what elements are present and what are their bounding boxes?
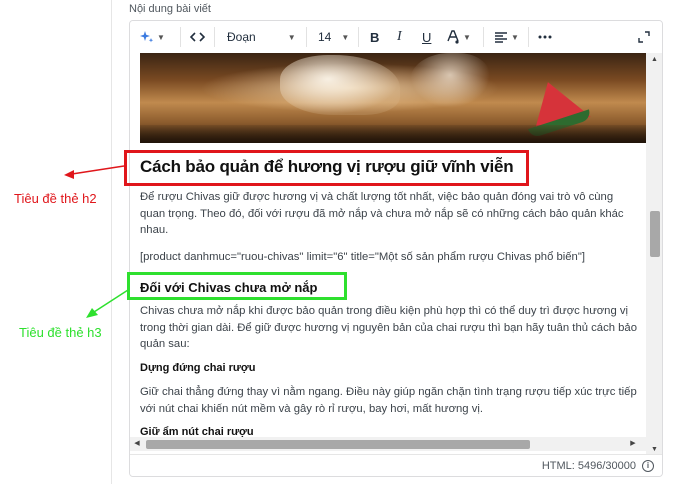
italic-button[interactable]: I: [397, 27, 402, 47]
ai-assistant-button[interactable]: ▼: [140, 27, 165, 47]
rich-text-editor[interactable]: ▼ Đoạn ▼ 14 ▼ B I U ▼ ▼ Cách bảo quản để…: [129, 20, 663, 477]
toolbar-divider: [483, 27, 484, 47]
chevron-down-icon: ▼: [511, 32, 519, 42]
fullscreen-button[interactable]: [638, 27, 650, 47]
align-icon: [494, 31, 508, 43]
source-code-button[interactable]: [190, 27, 205, 47]
toolbar-divider: [358, 27, 359, 47]
h2-highlight-box: [124, 150, 529, 186]
text-color-button[interactable]: ▼: [446, 27, 471, 47]
toolbar-divider: [180, 27, 181, 47]
vertical-scroll-thumb[interactable]: [650, 211, 660, 257]
article-paragraph[interactable]: Giữ chai thẳng đứng thay vì nằm ngang. Đ…: [140, 384, 640, 417]
text-color-icon: [446, 30, 460, 44]
html-character-count: HTML: 5496/30000: [541, 460, 636, 472]
h3-highlight-box: [127, 272, 347, 300]
scroll-left-arrow-icon[interactable]: ◀: [130, 437, 144, 451]
toolbar-divider: [528, 27, 529, 47]
scroll-up-arrow-icon[interactable]: ▲: [646, 53, 662, 67]
source-code-icon: [190, 31, 205, 43]
h2-annotation-label: Tiêu đề thẻ h2: [14, 191, 97, 206]
bold-button[interactable]: B: [370, 27, 379, 47]
editor-content[interactable]: Cách bảo quản để hương vị rượu giữ vĩnh …: [130, 53, 646, 457]
scroll-right-arrow-icon[interactable]: ▶: [626, 437, 640, 451]
fullscreen-icon: [638, 31, 650, 43]
horizontal-scroll-thumb[interactable]: [146, 440, 530, 449]
h2-arrow: [71, 165, 125, 175]
h2-arrowhead-icon: [64, 170, 74, 179]
horizontal-scrollbar[interactable]: ◀ ▶: [130, 437, 646, 451]
left-divider: [111, 0, 112, 484]
article-paragraph[interactable]: Chivas chưa mở nắp khi được bảo quản tro…: [140, 303, 640, 353]
more-button[interactable]: [538, 27, 552, 47]
h3-annotation-label: Tiêu đề thẻ h3: [19, 325, 102, 340]
product-shortcode[interactable]: [product danhmuc="ruou-chivas" limit="6"…: [140, 249, 640, 266]
editor-statusbar: HTML: 5496/30000 i: [130, 454, 662, 476]
h3-arrowhead-icon: [86, 308, 98, 318]
font-size-select[interactable]: 14 ▼: [318, 27, 349, 47]
ai-assistant-icon: [140, 30, 154, 44]
chevron-down-icon: ▼: [463, 32, 471, 42]
chevron-down-icon: ▼: [287, 32, 296, 42]
toolbar-divider: [214, 27, 215, 47]
vertical-scrollbar[interactable]: ▲ ▼: [646, 53, 662, 457]
toolbar-divider: [306, 27, 307, 47]
info-icon[interactable]: i: [642, 460, 654, 472]
field-label: Nội dung bài viết: [129, 3, 211, 15]
editor-toolbar: ▼ Đoạn ▼ 14 ▼ B I U ▼ ▼: [130, 21, 662, 53]
chevron-down-icon: ▼: [341, 32, 350, 42]
underline-button[interactable]: U: [422, 27, 431, 47]
font-size-value: 14: [318, 30, 332, 44]
article-image[interactable]: [140, 53, 646, 143]
article-paragraph[interactable]: Để rượu Chivas giữ được hương vị và chất…: [140, 189, 640, 239]
align-button[interactable]: ▼: [494, 27, 519, 47]
block-format-select[interactable]: Đoạn ▼: [227, 27, 296, 47]
image-reflection: [140, 125, 646, 143]
block-format-value: Đoạn: [227, 30, 256, 44]
chevron-down-icon: ▼: [157, 32, 165, 42]
article-subheading[interactable]: Dựng đứng chai rượu: [140, 362, 255, 374]
more-icon: [538, 35, 552, 39]
